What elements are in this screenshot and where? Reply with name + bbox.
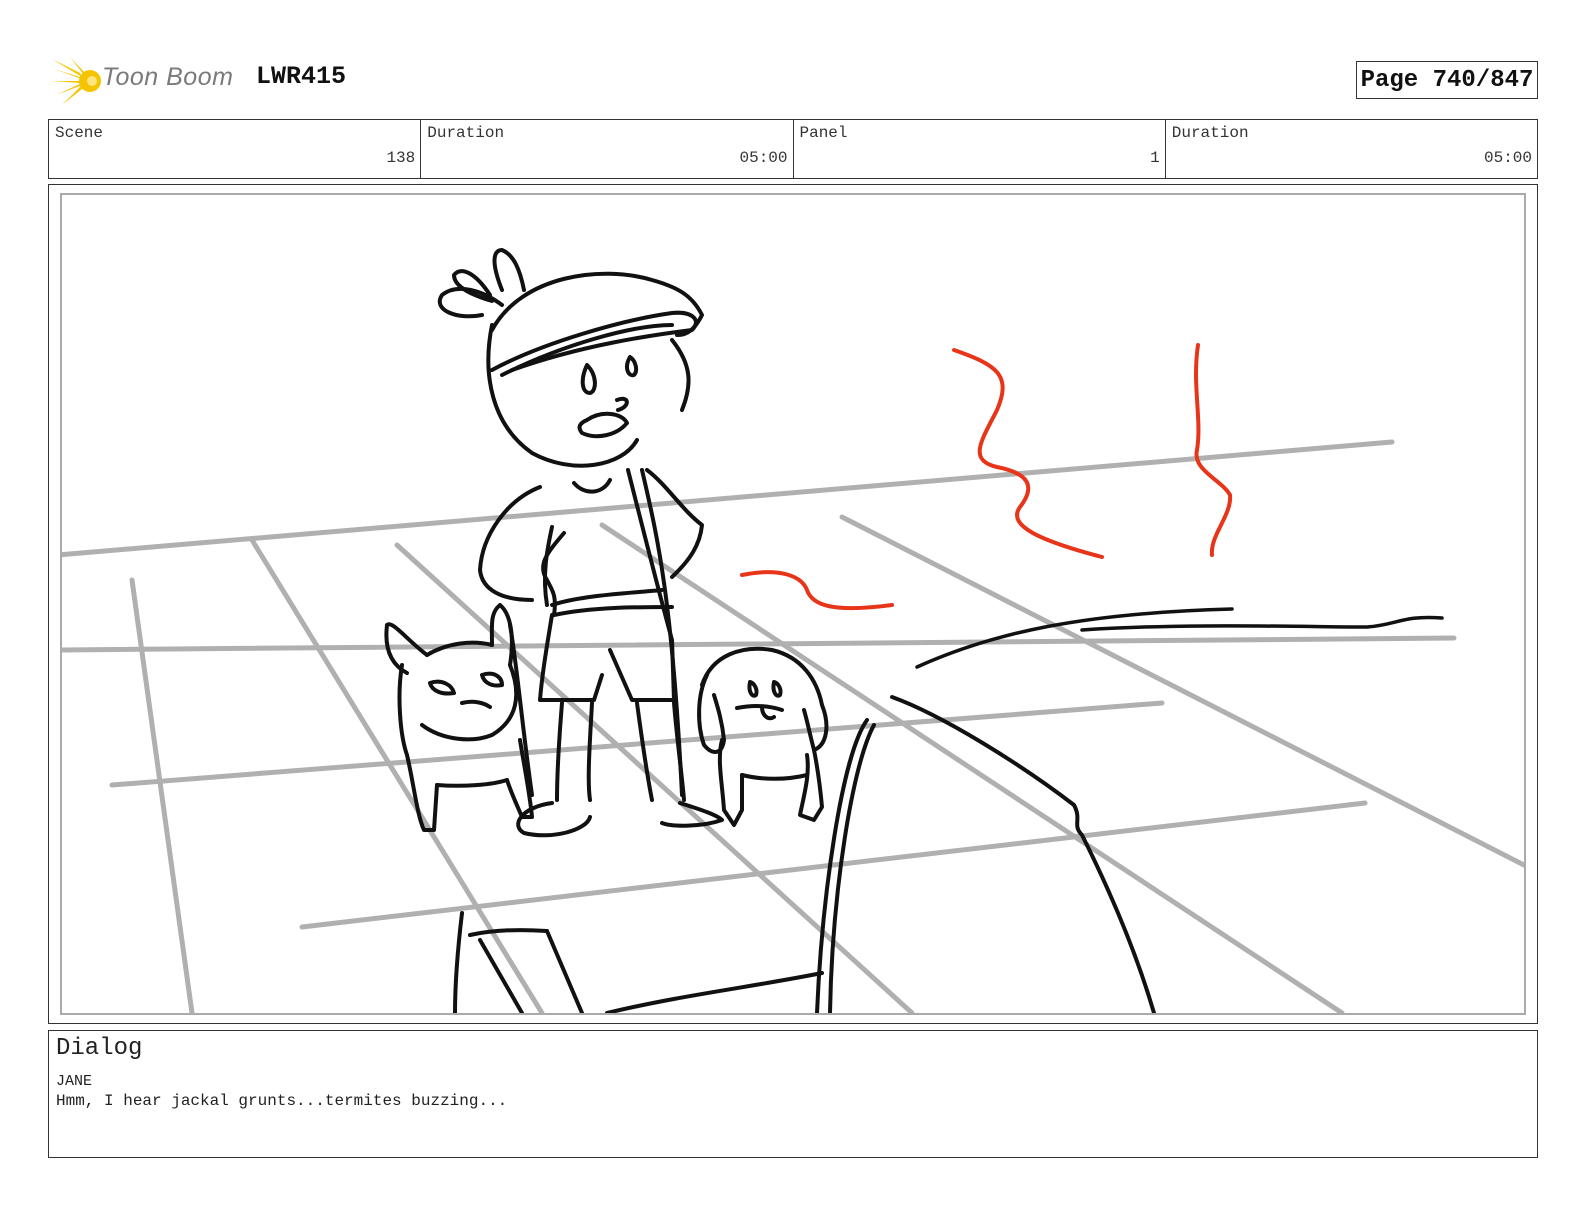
- scene-duration-label: Duration: [427, 124, 505, 142]
- storyboard-drawing-area: [60, 193, 1526, 1015]
- storyboard-sketch: [62, 248, 1524, 1013]
- panel-info-table: Scene 138 Duration 05:00 Panel 1 Duratio…: [48, 119, 1538, 179]
- foreground-object: [453, 911, 584, 1013]
- panel-duration-label: Duration: [1171, 124, 1249, 142]
- toon-boom-logo: Toon Boom: [52, 55, 242, 107]
- storyboard-panel-frame: [48, 184, 1538, 1024]
- panel-duration-cell: Duration 05:00: [1166, 120, 1537, 178]
- logo-text: Toon Boom: [102, 63, 234, 91]
- dialog-box: Dialog JANE Hmm, I hear jackal grunts...…: [48, 1030, 1538, 1158]
- scene-value: 138: [386, 149, 416, 167]
- foreground-figure: [605, 695, 1156, 1013]
- page-counter: Page 740/847: [1356, 61, 1538, 99]
- panel-value: 1: [1150, 149, 1160, 167]
- project-code: LWR415: [256, 62, 347, 91]
- floor-grid: [62, 439, 1524, 1013]
- panel-cell: Panel 1: [794, 120, 1166, 178]
- scene-duration-value: 05:00: [739, 149, 788, 167]
- scene-duration-cell: Duration 05:00: [421, 120, 794, 178]
- panel-duration-value: 05:00: [1483, 149, 1532, 167]
- scene-cell: Scene 138: [49, 120, 422, 178]
- dialog-title: Dialog: [56, 1035, 143, 1062]
- panel-label: Panel: [799, 124, 848, 142]
- dialog-speaker: JANE: [56, 1073, 93, 1090]
- scene-label: Scene: [55, 124, 104, 142]
- dialog-line: Hmm, I hear jackal grunts...termites buz…: [56, 1092, 508, 1110]
